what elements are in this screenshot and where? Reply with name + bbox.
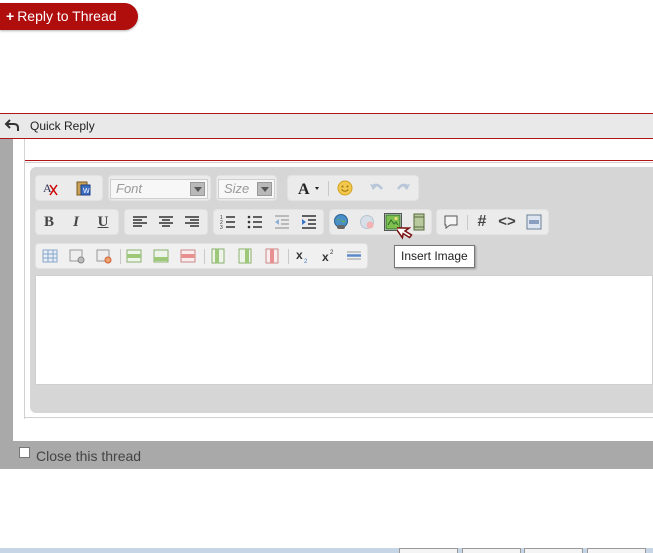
underline-button[interactable]: U [94, 213, 112, 231]
table-properties-icon[interactable] [68, 247, 86, 265]
toolbar-group-wrap: # <> [436, 209, 549, 235]
svg-text:A: A [298, 181, 310, 197]
size-dropdown-icon[interactable] [257, 182, 272, 196]
insert-column-before-icon[interactable] [209, 247, 227, 265]
insert-image-tooltip: Insert Image [394, 245, 475, 268]
left-border-bar [0, 139, 13, 469]
remove-link-icon[interactable] [358, 213, 376, 231]
delete-table-icon[interactable] [95, 247, 113, 265]
font-dropdown-icon[interactable] [190, 182, 205, 196]
close-thread-label[interactable]: Close this thread [36, 448, 141, 464]
horizontal-rule-icon[interactable] [345, 247, 363, 265]
insert-link-icon[interactable] [332, 213, 350, 231]
bold-button[interactable]: B [40, 213, 58, 231]
superscript-icon[interactable]: x2 [320, 247, 338, 265]
reply-to-thread-label: Reply to Thread [17, 8, 117, 24]
redo-icon[interactable] [394, 179, 412, 197]
undo-icon[interactable] [368, 179, 386, 197]
reply-to-thread-button[interactable]: + Reply to Thread [0, 3, 138, 30]
svg-text:2: 2 [304, 259, 308, 265]
font-select[interactable]: Font [110, 179, 208, 199]
svg-text:x: x [296, 248, 303, 262]
toolbar-group-format: A W [35, 175, 103, 201]
indent-icon[interactable] [300, 213, 318, 231]
align-right-icon[interactable] [183, 213, 201, 231]
toolbar-group-align [124, 209, 208, 235]
php-code-icon[interactable] [525, 213, 543, 231]
align-center-icon[interactable] [157, 213, 175, 231]
insert-column-after-icon[interactable] [236, 247, 254, 265]
size-select[interactable]: Size [218, 179, 275, 199]
paste-from-word-icon[interactable]: W [74, 179, 92, 197]
svg-text:2: 2 [330, 250, 334, 256]
align-left-icon[interactable] [131, 213, 149, 231]
plus-icon: + [6, 8, 15, 24]
svg-text:W: W [83, 188, 90, 195]
subscript-icon[interactable]: x2 [294, 247, 312, 265]
hash-button[interactable]: # [473, 213, 491, 231]
toolbar-group-font: Font [108, 175, 211, 201]
text-color-icon[interactable]: A [296, 179, 324, 198]
toolbar-group-lists: 123 [213, 209, 324, 235]
delete-column-icon[interactable] [263, 247, 281, 265]
message-textarea[interactable] [35, 275, 653, 385]
svg-text:3: 3 [220, 225, 223, 231]
insert-table-icon[interactable] [41, 247, 59, 265]
quick-reply-title: Quick Reply [30, 119, 95, 133]
toolbar-group-size: Size [216, 175, 277, 201]
insert-row-after-icon[interactable] [152, 247, 170, 265]
bullet-list-icon[interactable] [246, 213, 264, 231]
toolbar-group-color: A [287, 175, 419, 201]
toolbar-group-table: x2 x2 [35, 243, 368, 269]
outdent-icon[interactable] [273, 213, 291, 231]
code-button[interactable]: <> [498, 213, 516, 231]
close-thread-bar: Close this thread [13, 441, 653, 469]
back-arrow-icon [4, 119, 19, 131]
italic-button[interactable]: I [67, 213, 85, 231]
taskbar-tab[interactable] [462, 548, 521, 553]
taskbar-tab[interactable] [399, 548, 458, 553]
insert-row-before-icon[interactable] [125, 247, 143, 265]
font-select-label: Font [116, 181, 143, 196]
quick-reply-header[interactable]: Quick Reply [0, 114, 653, 139]
size-select-label: Size [224, 181, 250, 196]
taskbar-tab[interactable] [524, 548, 583, 553]
taskbar-tab[interactable] [587, 548, 646, 553]
delete-row-icon[interactable] [179, 247, 197, 265]
close-thread-checkbox[interactable] [19, 447, 30, 458]
inner-divider [24, 160, 653, 161]
numbered-list-icon[interactable]: 123 [219, 213, 237, 231]
remove-format-icon[interactable]: A [41, 179, 59, 197]
toolbar-group-style: B I U [35, 209, 119, 235]
quote-icon[interactable] [442, 213, 460, 231]
svg-text:x: x [322, 250, 329, 264]
mouse-pointer-icon [397, 227, 413, 240]
smiley-icon[interactable] [336, 179, 354, 197]
